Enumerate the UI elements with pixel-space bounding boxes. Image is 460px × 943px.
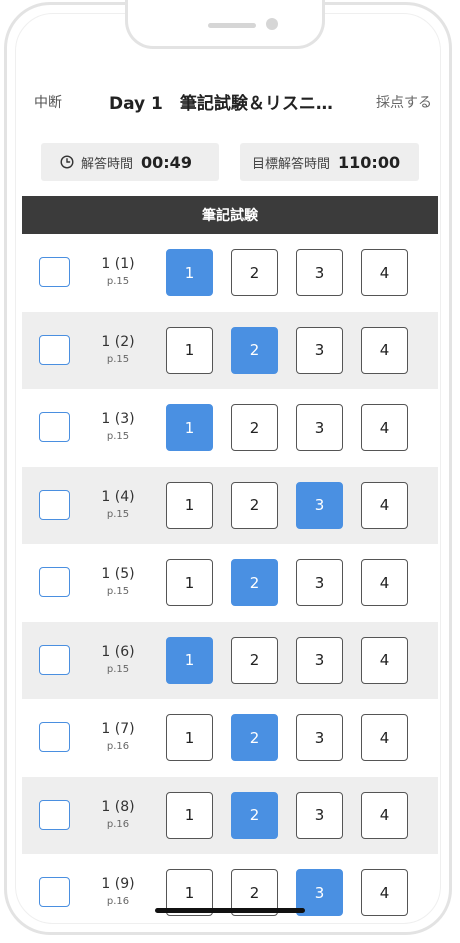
question-page: p.15	[106, 276, 130, 287]
answer-option-2[interactable]: 2	[231, 404, 278, 451]
question-row: 1 (3) p.15 1 2 3 4	[22, 389, 438, 467]
answer-option-1[interactable]: 1	[166, 249, 213, 296]
question-page: p.15	[106, 586, 130, 597]
question-row: 1 (5) p.15 1 2 3 4	[22, 544, 438, 622]
answer-option-4[interactable]: 4	[361, 326, 408, 374]
answer-option-3[interactable]: 3	[296, 326, 343, 374]
answer-option-4[interactable]: 4	[361, 791, 408, 839]
question-page: p.15	[106, 431, 130, 442]
answer-option-4[interactable]: 4	[361, 559, 408, 606]
question-number: 1 (4)	[101, 488, 135, 505]
answer-option-4[interactable]: 4	[361, 249, 408, 296]
answer-option-2[interactable]: 2	[231, 481, 278, 529]
question-page: p.16	[106, 741, 130, 752]
answer-option-4[interactable]: 4	[361, 481, 408, 529]
navigation-bar: 中断 Day 1 筆記試験＆リスニ… 採点する	[22, 86, 438, 118]
answer-option-1[interactable]: 1	[166, 791, 213, 839]
question-page: p.16	[106, 818, 130, 830]
target-time-label: 目標解答時間	[252, 156, 331, 172]
answer-option-2[interactable]: 2	[231, 636, 278, 684]
answer-option-1[interactable]: 1	[166, 404, 213, 451]
question-row: 1 (2) p.15 1 2 3 4	[22, 311, 438, 389]
elapsed-time-box: 解答時間 00:49	[41, 143, 219, 181]
section-title: 筆記試験	[202, 208, 258, 224]
answer-option-2[interactable]: 2	[231, 559, 278, 606]
question-page: p.15	[106, 508, 130, 520]
question-row: 1 (6) p.15 1 2 3 4	[22, 621, 438, 699]
review-checkbox[interactable]	[39, 799, 70, 830]
question-number: 1 (7)	[101, 721, 135, 737]
page-title: Day 1 筆記試験＆リスニ…	[109, 94, 333, 114]
answer-option-3[interactable]: 3	[296, 481, 343, 529]
question-number: 1 (8)	[101, 798, 135, 815]
question-number: 1 (1)	[101, 256, 135, 272]
answer-option-1[interactable]: 1	[166, 714, 213, 761]
answer-option-2[interactable]: 2	[231, 714, 278, 761]
question-number: 1 (5)	[101, 566, 135, 582]
answer-option-3[interactable]: 3	[296, 791, 343, 839]
question-number: 1 (9)	[101, 876, 135, 892]
question-row: 1 (9) p.16 1 2 3 4	[22, 854, 438, 932]
answer-option-4[interactable]: 4	[361, 869, 408, 916]
question-number: 1 (6)	[101, 643, 135, 660]
speaker-grille	[208, 23, 256, 28]
question-row: 1 (8) p.16 1 2 3 4	[22, 776, 438, 854]
phone-notch	[125, 0, 325, 49]
review-checkbox[interactable]	[39, 257, 70, 287]
review-checkbox[interactable]	[39, 644, 70, 675]
question-row: 1 (1) p.15 1 2 3 4	[22, 234, 438, 312]
answer-option-2[interactable]: 2	[231, 326, 278, 374]
section-header: 筆記試験	[22, 196, 438, 234]
review-checkbox[interactable]	[39, 567, 70, 597]
answer-option-3[interactable]: 3	[296, 404, 343, 451]
answer-option-3[interactable]: 3	[296, 636, 343, 684]
answer-option-2[interactable]: 2	[231, 791, 278, 839]
answer-option-3[interactable]: 3	[296, 249, 343, 296]
clock-icon	[60, 155, 74, 169]
answer-option-1[interactable]: 1	[166, 481, 213, 529]
review-checkbox[interactable]	[39, 489, 70, 520]
answer-option-1[interactable]: 1	[166, 636, 213, 684]
answer-option-2[interactable]: 2	[231, 249, 278, 296]
question-number: 1 (3)	[101, 411, 135, 427]
front-camera	[266, 18, 278, 30]
answer-option-4[interactable]: 4	[361, 714, 408, 761]
elapsed-time-label: 解答時間	[81, 156, 134, 172]
question-page: p.15	[106, 353, 130, 365]
answer-option-3[interactable]: 3	[296, 714, 343, 761]
question-row: 1 (7) p.16 1 2 3 4	[22, 699, 438, 777]
answer-option-1[interactable]: 1	[166, 326, 213, 374]
question-number: 1 (2)	[101, 333, 135, 350]
question-page: p.16	[106, 896, 130, 907]
question-row: 1 (4) p.15 1 2 3 4	[22, 466, 438, 544]
suspend-button[interactable]: 中断	[34, 92, 62, 112]
review-checkbox[interactable]	[39, 877, 70, 907]
home-indicator	[155, 908, 305, 913]
elapsed-time-value: 00:49	[141, 152, 192, 172]
target-time-box: 目標解答時間 110:00	[240, 143, 419, 181]
question-list: 1 (1) p.15 1 2 3 4 1 (2) p.15 1 2 3 4 1 (3) p.15 1 2 3 4 1…	[22, 234, 438, 932]
question-page: p.15	[106, 663, 130, 675]
review-checkbox[interactable]	[39, 334, 70, 365]
review-checkbox[interactable]	[39, 412, 70, 442]
grade-button[interactable]: 採点する	[376, 92, 432, 112]
answer-option-4[interactable]: 4	[361, 636, 408, 684]
answer-option-1[interactable]: 1	[166, 559, 213, 606]
target-time-value: 110:00	[338, 152, 401, 172]
answer-option-3[interactable]: 3	[296, 559, 343, 606]
answer-option-4[interactable]: 4	[361, 404, 408, 451]
review-checkbox[interactable]	[39, 722, 70, 752]
